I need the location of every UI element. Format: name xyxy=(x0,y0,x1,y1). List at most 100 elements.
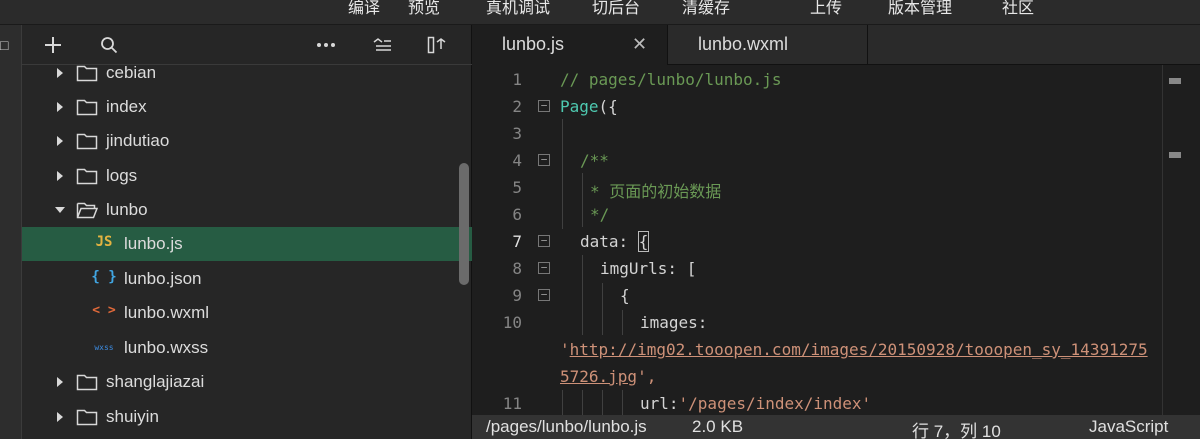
chevron-right-icon[interactable] xyxy=(54,124,66,158)
add-icon[interactable] xyxy=(42,33,64,57)
code-line: 'http://img02.tooopen.com/images/2015092… xyxy=(560,340,1148,359)
tree-item-label: jindutiao xyxy=(106,131,170,150)
indent-guide xyxy=(622,390,623,415)
code-comment: // pages/lunbo/lunbo.js xyxy=(560,70,782,89)
code-area[interactable]: 1 2 3 4 5 6 7 8 9 10 11 − − − − − // pag… xyxy=(472,65,1200,415)
menu-background[interactable]: 切后台 xyxy=(592,0,640,18)
tree-item-label: lunbo.wxss xyxy=(124,338,209,357)
indent-guide xyxy=(582,255,583,335)
tree-file-lunbo-json[interactable]: { } lunbo.json xyxy=(22,262,472,296)
status-bar: /pages/lunbo/lunbo.js 2.0 KB 行 7，列 10 Ja… xyxy=(472,415,1200,439)
menu-compile[interactable]: 编译 xyxy=(348,0,380,18)
line-number: 11 xyxy=(502,394,522,413)
line-number: 4 xyxy=(512,151,522,170)
collapse-tree-icon[interactable] xyxy=(371,33,393,57)
code-text: { xyxy=(620,286,630,305)
folder-icon xyxy=(76,408,98,431)
folder-icon xyxy=(76,132,98,155)
chevron-right-icon[interactable] xyxy=(54,400,66,434)
line-number: 8 xyxy=(512,259,522,278)
wxss-file-icon: wxss xyxy=(94,343,114,352)
activity-strip: □ xyxy=(0,25,22,439)
code-line: Page({ xyxy=(560,97,618,116)
chevron-right-icon[interactable] xyxy=(54,56,66,90)
tab-lunbo-wxml[interactable]: lunbo.wxml xyxy=(668,25,868,65)
tree-folder-index[interactable]: index xyxy=(22,90,472,124)
line-number: 6 xyxy=(512,205,522,224)
menu-device-debug[interactable]: 真机调试 xyxy=(486,0,550,18)
code-text: imgUrls: [ xyxy=(600,259,697,278)
folder-icon xyxy=(76,373,98,396)
code-url-link[interactable]: http://img02.tooopen.com/images/20150928… xyxy=(570,340,1148,359)
menu-version-control[interactable]: 版本管理 xyxy=(888,0,952,18)
tree-file-lunbo-js[interactable]: JS lunbo.js xyxy=(22,227,472,261)
fold-icon[interactable]: − xyxy=(538,289,550,301)
tree-item-label: lunbo.json xyxy=(124,269,202,288)
line-number: 2 xyxy=(512,97,522,116)
line-number: 7 xyxy=(512,232,522,251)
folder-icon xyxy=(76,64,98,87)
code-text: images: xyxy=(640,313,708,332)
tree-item-label: lunbo xyxy=(106,200,148,219)
fold-icon[interactable]: − xyxy=(538,154,550,166)
json-file-icon: { } xyxy=(91,269,117,285)
fold-icon[interactable]: − xyxy=(538,262,550,274)
line-number: 9 xyxy=(512,286,522,305)
indent-guide xyxy=(562,119,563,229)
close-icon[interactable]: ✕ xyxy=(632,34,647,55)
status-file-size: 2.0 KB xyxy=(692,417,744,436)
tree-item-label: shuiyin xyxy=(106,407,159,426)
tab-lunbo-js[interactable]: lunbo.js ✕ xyxy=(472,25,668,65)
chevron-right-icon[interactable] xyxy=(54,159,66,193)
code-url-link[interactable]: 5726.jpg xyxy=(560,367,637,386)
ruler-mark xyxy=(1169,78,1181,84)
split-pane-icon[interactable] xyxy=(426,33,448,57)
line-number: 10 xyxy=(502,313,522,332)
search-icon[interactable] xyxy=(98,33,120,57)
tree-file-lunbo-wxss[interactable]: wxss lunbo.wxss xyxy=(22,331,472,365)
js-file-icon: JS xyxy=(95,234,113,250)
code-string: ', xyxy=(637,367,657,386)
tree-item-label: lunbo.wxml xyxy=(124,303,210,322)
code-line: url:'/pages/index/index' xyxy=(640,394,871,413)
tree-folder-logs[interactable]: logs xyxy=(22,159,472,193)
menu-community[interactable]: 社区 xyxy=(1002,0,1034,18)
tree-folder-cebian[interactable]: cebian xyxy=(22,56,472,90)
status-cursor-position[interactable]: 行 7，列 10 xyxy=(912,417,1001,439)
status-file-path: /pages/lunbo/lunbo.js xyxy=(486,417,647,436)
explorer-scrollbar[interactable] xyxy=(459,163,469,285)
ruler-mark xyxy=(1169,152,1181,158)
menu-clear-cache[interactable]: 清缓存 xyxy=(682,0,730,18)
code-comment: * 页面的初始数据 xyxy=(590,182,722,201)
editor-tabs: lunbo.js ✕ lunbo.wxml xyxy=(472,25,1200,65)
fold-icon[interactable]: − xyxy=(538,100,550,112)
indent-guide xyxy=(602,390,603,415)
code-comment: */ xyxy=(590,205,610,224)
tree-folder-lunbo[interactable]: lunbo xyxy=(22,193,472,227)
panel-icon[interactable]: □ xyxy=(0,37,8,53)
tree-folder-shuiyin[interactable]: shuiyin xyxy=(22,400,472,434)
menu-preview[interactable]: 预览 xyxy=(408,0,440,18)
folder-open-icon xyxy=(76,201,99,224)
status-language[interactable]: JavaScript xyxy=(1089,417,1168,437)
folder-icon xyxy=(76,167,98,190)
chevron-right-icon[interactable] xyxy=(54,90,66,124)
more-icon[interactable] xyxy=(315,33,337,57)
indent-guide xyxy=(622,310,623,335)
chevron-down-icon[interactable] xyxy=(54,193,66,227)
tree-folder-jindutiao[interactable]: jindutiao xyxy=(22,124,472,158)
code-comment: /** xyxy=(580,151,609,170)
menu-upload[interactable]: 上传 xyxy=(810,0,842,18)
tree-file-lunbo-wxml[interactable]: < > lunbo.wxml xyxy=(22,296,472,330)
indent-guide xyxy=(582,173,583,227)
top-menu-bar: 编译 预览 真机调试 切后台 清缓存 上传 版本管理 社区 xyxy=(0,0,1200,25)
tree-item-label: lunbo.js xyxy=(124,234,183,253)
overview-ruler[interactable] xyxy=(1162,65,1200,415)
code-keyword: Page xyxy=(560,97,599,116)
chevron-right-icon[interactable] xyxy=(54,365,66,399)
fold-icon[interactable]: − xyxy=(538,235,550,247)
folder-icon xyxy=(76,98,98,121)
code-string: ' xyxy=(560,340,570,359)
tree-folder-shanglajiazai[interactable]: shanglajiazai xyxy=(22,365,472,399)
code-text: url: xyxy=(640,394,679,413)
